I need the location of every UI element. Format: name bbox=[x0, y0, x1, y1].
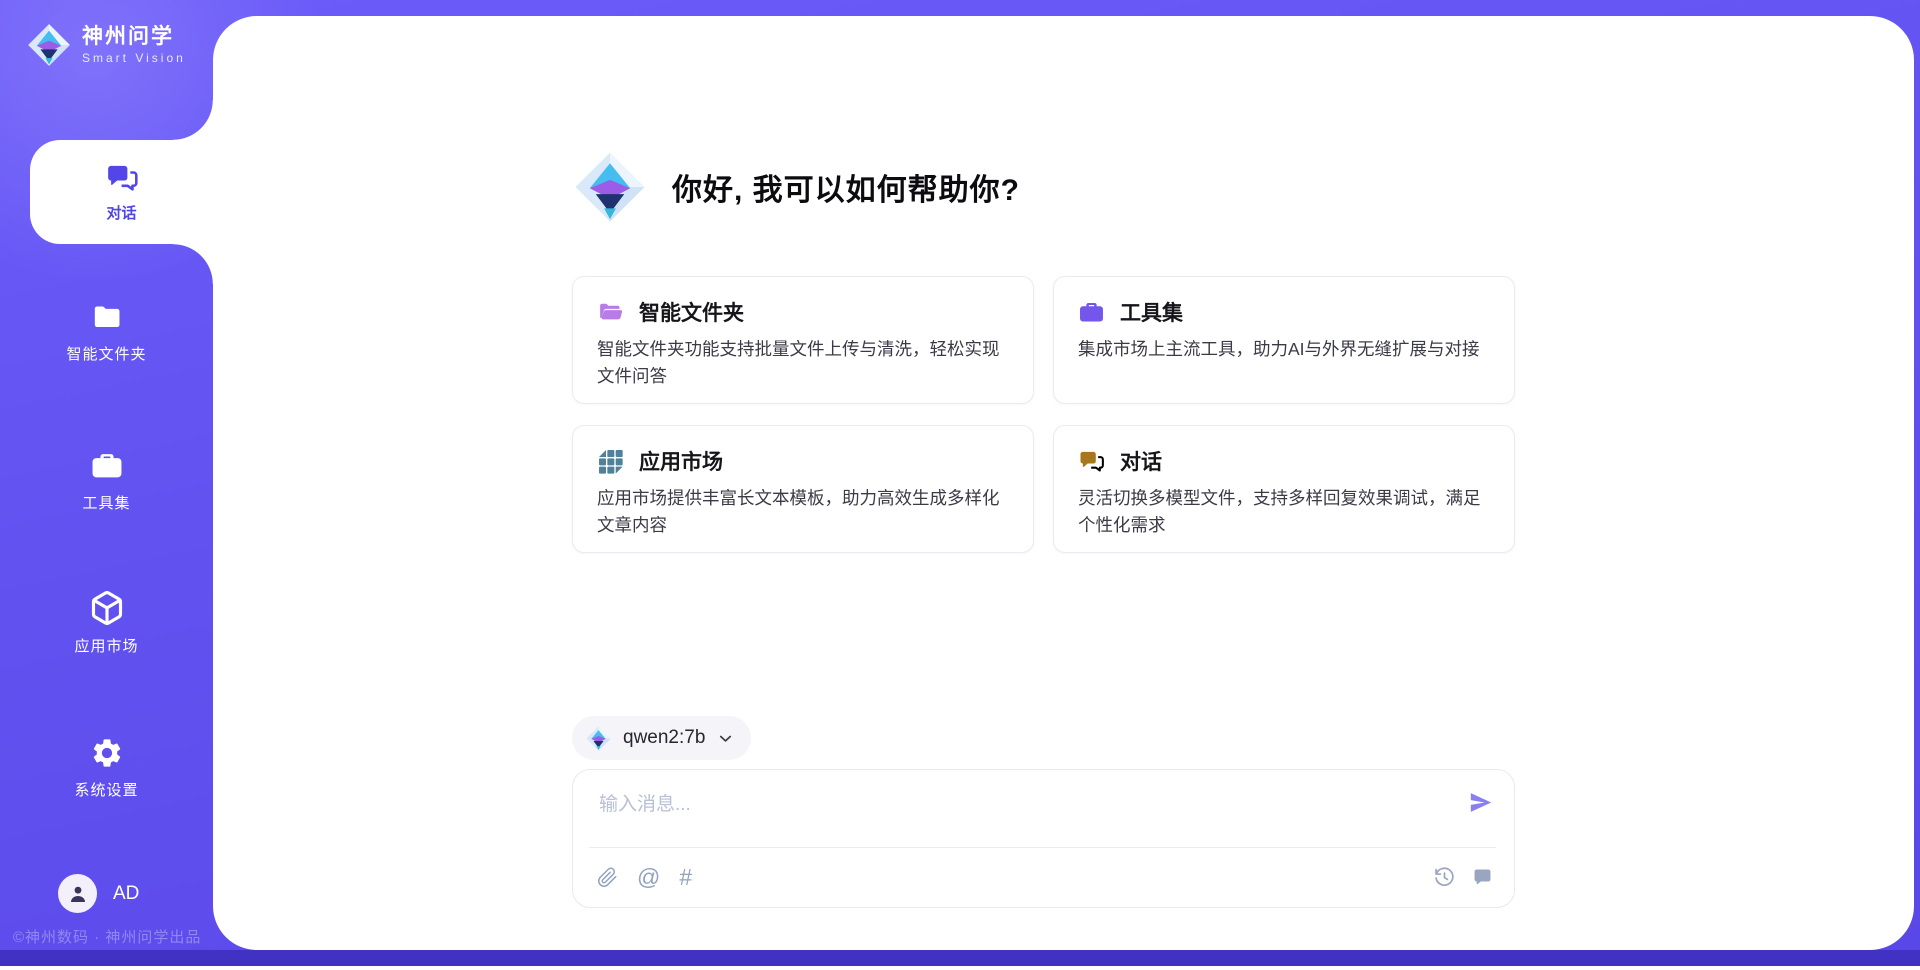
card-title: 对话 bbox=[1120, 446, 1162, 476]
model-diamond-icon bbox=[585, 725, 612, 752]
brand-subtitle: Smart Vision bbox=[82, 51, 186, 65]
conversation-button[interactable] bbox=[1471, 866, 1494, 889]
feature-cards: 智能文件夹 智能文件夹功能支持批量文件上传与清洗，轻松实现文件问答 工具集 集成… bbox=[572, 276, 1515, 553]
toolbox-icon bbox=[1078, 299, 1105, 326]
main-content: 你好, 我可以如何帮助你? 智能文件夹 智能文件夹功能支持批量文件上传与清洗，轻… bbox=[572, 16, 1515, 950]
brand: 神州问学 Smart Vision bbox=[26, 22, 186, 68]
card-description: 灵活切换多模型文件，支持多样回复效果调试，满足个性化需求 bbox=[1078, 485, 1490, 538]
sidebar-item-label: 工具集 bbox=[82, 492, 130, 513]
message-composer: @ # bbox=[572, 769, 1515, 908]
mention-icon: @ bbox=[637, 866, 660, 889]
sidebar: 神州问学 Smart Vision 对话 智能文件夹 工具集 应用市场 系统设置 bbox=[0, 0, 213, 950]
cube-icon bbox=[89, 590, 125, 626]
avatar bbox=[58, 874, 97, 913]
card-title: 工具集 bbox=[1120, 297, 1183, 327]
toolbox-icon bbox=[90, 449, 124, 483]
attach-file-button[interactable] bbox=[597, 867, 618, 888]
bottom-strip bbox=[0, 950, 1920, 966]
card-description: 应用市场提供丰富长文本模板，助力高效生成多样化文章内容 bbox=[597, 485, 1009, 538]
assistant-diamond-icon bbox=[572, 149, 648, 225]
model-name: qwen2:7b bbox=[623, 727, 705, 749]
card-title: 应用市场 bbox=[639, 446, 723, 476]
brand-name: 神州问学 bbox=[82, 25, 186, 48]
card-app-market[interactable]: 应用市场 应用市场提供丰富长文本模板，助力高效生成多样化文章内容 bbox=[572, 425, 1034, 553]
card-description: 集成市场上主流工具，助力AI与外界无缝扩展与对接 bbox=[1078, 336, 1490, 363]
hash-button[interactable]: # bbox=[679, 866, 692, 889]
user-profile[interactable]: AD bbox=[58, 874, 139, 913]
sidebar-item-label: 系统设置 bbox=[74, 779, 138, 800]
paperclip-icon bbox=[597, 867, 618, 888]
grid-icon bbox=[597, 448, 624, 475]
card-toolset[interactable]: 工具集 集成市场上主流工具，助力AI与外界无缝扩展与对接 bbox=[1053, 276, 1515, 404]
chat-icon bbox=[1078, 448, 1105, 475]
history-icon bbox=[1433, 866, 1456, 889]
gear-icon bbox=[90, 736, 124, 770]
tab-top-fillet bbox=[173, 100, 213, 140]
model-selector[interactable]: qwen2:7b bbox=[572, 716, 751, 760]
card-description: 智能文件夹功能支持批量文件上传与清洗，轻松实现文件问答 bbox=[597, 336, 1009, 389]
copyright-text: ©神州数码 · 神州问学出品 bbox=[13, 926, 201, 947]
send-button[interactable] bbox=[1465, 787, 1496, 818]
sidebar-item-settings[interactable]: 系统设置 bbox=[0, 736, 213, 800]
sidebar-item-label: 应用市场 bbox=[74, 635, 138, 656]
card-title: 智能文件夹 bbox=[639, 297, 744, 327]
brand-diamond-icon bbox=[26, 22, 72, 68]
bottom-edge bbox=[0, 966, 1920, 970]
card-chat[interactable]: 对话 灵活切换多模型文件，支持多样回复效果调试，满足个性化需求 bbox=[1053, 425, 1515, 553]
hash-icon: # bbox=[679, 866, 692, 889]
folder-icon bbox=[90, 300, 124, 334]
send-icon bbox=[1467, 789, 1494, 816]
card-smart-folder[interactable]: 智能文件夹 智能文件夹功能支持批量文件上传与清洗，轻松实现文件问答 bbox=[572, 276, 1034, 404]
comment-icon bbox=[1471, 866, 1494, 889]
sidebar-item-app-market[interactable]: 应用市场 bbox=[0, 590, 213, 656]
chevron-down-icon bbox=[716, 729, 735, 748]
user-icon bbox=[66, 882, 90, 906]
sidebar-item-chat[interactable]: 对话 bbox=[30, 140, 213, 244]
user-name: AD bbox=[113, 883, 139, 905]
sidebar-item-smart-folder[interactable]: 智能文件夹 bbox=[0, 300, 213, 364]
sidebar-item-label: 智能文件夹 bbox=[66, 343, 146, 364]
app-window: 神州问学 Smart Vision 对话 智能文件夹 工具集 应用市场 系统设置 bbox=[0, 0, 1920, 970]
greeting: 你好, 我可以如何帮助你? bbox=[572, 149, 1020, 225]
history-button[interactable] bbox=[1433, 866, 1456, 889]
message-input[interactable] bbox=[597, 787, 1465, 837]
mention-button[interactable]: @ bbox=[637, 866, 660, 889]
sidebar-item-toolset[interactable]: 工具集 bbox=[0, 449, 213, 513]
folder-open-icon bbox=[597, 299, 624, 326]
sidebar-item-label: 对话 bbox=[106, 202, 136, 223]
chat-icon bbox=[105, 161, 139, 195]
tab-bottom-fillet bbox=[173, 244, 213, 284]
greeting-title: 你好, 我可以如何帮助你? bbox=[672, 165, 1020, 209]
